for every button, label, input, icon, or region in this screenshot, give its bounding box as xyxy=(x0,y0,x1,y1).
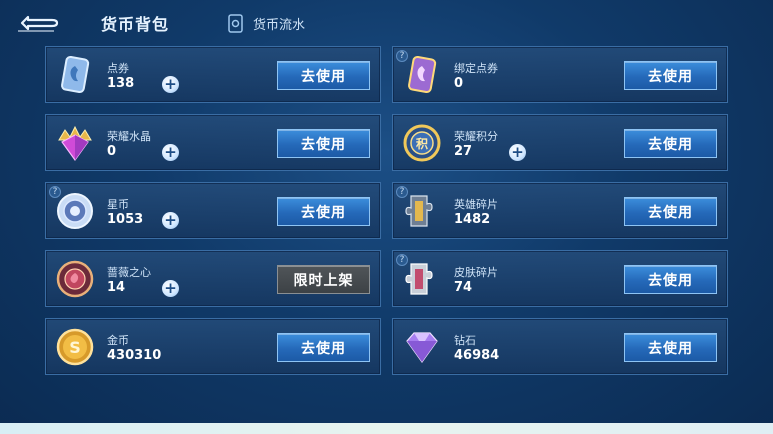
currency-name: 皮肤碎片 xyxy=(454,266,498,279)
recharge-plus-button[interactable] xyxy=(162,212,179,229)
currency-card-hero-fragment: 英雄碎片 1482 去使用 xyxy=(392,182,728,239)
svg-text:积: 积 xyxy=(416,136,428,151)
currency-name: 荣耀水晶 xyxy=(107,130,151,143)
go-use-button[interactable]: 去使用 xyxy=(624,61,717,90)
recharge-plus-button[interactable] xyxy=(162,76,179,93)
currency-card-bound-coupon: 绑定点券 0 去使用 xyxy=(392,46,728,103)
go-use-button[interactable]: 去使用 xyxy=(624,197,717,226)
currency-card-skin-fragment: 皮肤碎片 74 去使用 xyxy=(392,250,728,307)
currency-flow-label: 货币流水 xyxy=(253,17,306,33)
limited-time-button: 限时上架 xyxy=(277,265,370,294)
currency-card-glory-crystal: 荣耀水晶 0 去使用 xyxy=(45,114,381,171)
currency-amount: 27 xyxy=(454,144,473,159)
currency-card-coupon: 点券 138 去使用 xyxy=(45,46,381,103)
go-use-button[interactable]: 去使用 xyxy=(624,333,717,362)
glory-points-icon: 积 xyxy=(403,124,441,162)
currency-amount: 74 xyxy=(454,280,473,295)
hero-fragment-icon xyxy=(405,195,433,227)
skin-fragment-icon xyxy=(405,263,433,295)
currency-amount: 14 xyxy=(107,280,126,295)
currency-amount: 1053 xyxy=(107,212,144,227)
currency-amount: 430310 xyxy=(107,348,162,363)
page-title: 货币背包 xyxy=(101,15,170,34)
currency-card-rose-heart: 蔷薇之心 14 限时上架 xyxy=(45,250,381,307)
glory-crystal-icon xyxy=(58,125,92,162)
diamond-icon xyxy=(406,332,438,364)
currency-amount: 0 xyxy=(107,144,117,159)
currency-card-star-coin: 星币 1053 去使用 xyxy=(45,182,381,239)
recharge-plus-button[interactable] xyxy=(509,144,526,161)
back-button[interactable] xyxy=(14,10,60,36)
rose-heart-icon xyxy=(56,260,94,298)
svg-text:S: S xyxy=(69,338,81,357)
ledger-icon xyxy=(228,13,243,33)
currency-amount: 1482 xyxy=(454,212,491,227)
currency-name: 绑定点券 xyxy=(454,62,498,75)
star-coin-icon xyxy=(57,193,93,229)
currency-card-gold-coin: S 金币 430310 去使用 xyxy=(45,318,381,375)
go-use-button[interactable]: 去使用 xyxy=(277,197,370,226)
go-use-button[interactable]: 去使用 xyxy=(277,333,370,362)
currency-amount: 46984 xyxy=(454,348,500,363)
back-arrow-icon xyxy=(18,15,59,32)
currency-name: 蔷薇之心 xyxy=(107,266,151,279)
ticket-icon xyxy=(61,55,90,94)
bound-ticket-icon xyxy=(408,55,437,94)
go-use-button[interactable]: 去使用 xyxy=(624,129,717,158)
currency-flow-tab[interactable]: 货币流水 xyxy=(228,12,305,34)
currency-amount: 0 xyxy=(454,76,464,91)
currency-amount: 138 xyxy=(107,76,135,91)
currency-name: 金币 xyxy=(107,334,129,347)
go-use-button[interactable]: 去使用 xyxy=(624,265,717,294)
top-bar: 货币背包 货币流水 xyxy=(0,0,773,44)
currency-name: 英雄碎片 xyxy=(454,198,498,211)
currency-name: 钻石 xyxy=(454,334,476,347)
recharge-plus-button[interactable] xyxy=(162,280,179,297)
currency-name: 星币 xyxy=(107,198,129,211)
currency-name: 点券 xyxy=(107,62,129,75)
currency-card-diamond: 钻石 46984 去使用 xyxy=(392,318,728,375)
gold-coin-icon: S xyxy=(56,328,94,366)
recharge-plus-button[interactable] xyxy=(162,144,179,161)
currency-name: 荣耀积分 xyxy=(454,130,498,143)
currency-card-glory-points: 积 荣耀积分 27 去使用 xyxy=(392,114,728,171)
bottom-strip xyxy=(0,423,773,434)
go-use-button[interactable]: 去使用 xyxy=(277,61,370,90)
go-use-button[interactable]: 去使用 xyxy=(277,129,370,158)
